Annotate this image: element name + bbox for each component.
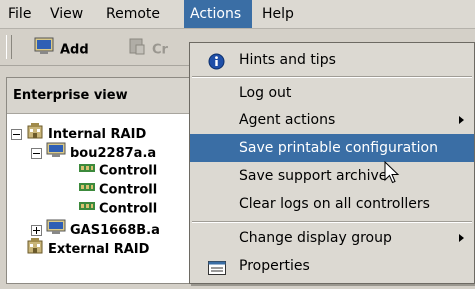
menu-separator [192, 76, 472, 78]
tree-label-external-raid: External RAID [48, 242, 150, 257]
menu-file[interactable]: File [2, 0, 37, 28]
mouse-cursor-icon [384, 160, 400, 189]
toolbar-grip[interactable] [6, 35, 12, 59]
menu-remote-label: Remote [106, 6, 161, 22]
menu-item-save-support-archive[interactable]: Save support archive [190, 162, 474, 190]
create-button[interactable]: Cr [128, 37, 168, 59]
server-icon [46, 142, 66, 165]
add-button-label: Add [60, 42, 89, 58]
menu-item-label: Clear logs on all controllers [239, 196, 430, 212]
tree-item-server-2[interactable]: GAS1668B.a [31, 219, 160, 239]
menu-item-properties[interactable]: Properties [190, 252, 474, 280]
controller-card-icon [79, 161, 95, 181]
menu-view-label: View [50, 6, 84, 22]
collapse-icon[interactable] [31, 148, 42, 159]
menu-item-label: Hints and tips [239, 52, 336, 68]
tree-item-external-raid[interactable]: External RAID [26, 238, 149, 258]
menu-item-label: Save support archive [239, 168, 388, 184]
tree-item-internal-raid[interactable]: Internal RAID [11, 123, 146, 143]
submenu-arrow-icon [459, 116, 464, 124]
menu-item-save-printable-configuration[interactable]: Save printable configuration [190, 134, 474, 162]
controller-card-icon [79, 199, 95, 219]
menu-file-label: File [8, 6, 32, 22]
menu-item-log-out[interactable]: Log out [190, 79, 474, 107]
tree-item-controller-2[interactable]: Controll [79, 180, 157, 200]
tree-label-internal-raid: Internal RAID [48, 127, 147, 142]
menu-item-hints-and-tips[interactable]: Hints and tips [190, 46, 474, 74]
collapse-icon[interactable] [11, 129, 22, 140]
menu-item-clear-logs[interactable]: Clear logs on all controllers [190, 190, 474, 218]
menu-item-change-display-group[interactable]: Change display group [190, 224, 474, 252]
add-button[interactable]: Add [34, 37, 89, 59]
menu-item-label: Agent actions [239, 112, 336, 128]
menu-remote[interactable]: Remote [100, 0, 166, 28]
properties-icon [208, 258, 226, 286]
menu-help[interactable]: Help [256, 0, 300, 28]
menu-item-label: Log out [239, 85, 292, 101]
menu-item-label: Save printable configuration [239, 140, 438, 156]
create-button-label: Cr [152, 42, 168, 58]
menu-item-label: Change display group [239, 230, 392, 246]
actions-menu: Hints and tips Log out Agent actions Sav… [189, 42, 475, 284]
menu-item-label: Properties [239, 258, 310, 274]
tree-label-controller-2: Controll [99, 182, 158, 198]
building-icon [26, 238, 44, 261]
add-server-icon [34, 37, 54, 63]
menu-item-agent-actions[interactable]: Agent actions [190, 106, 474, 134]
tree-label-controller-3: Controll [99, 201, 158, 217]
menu-actions[interactable]: Actions [184, 0, 252, 28]
controller-card-icon [79, 180, 95, 200]
tree-label-controller-1: Controll [99, 163, 158, 179]
create-array-icon [128, 37, 146, 63]
menu-help-label: Help [262, 6, 294, 22]
tree-item-controller-1[interactable]: Controll [79, 161, 157, 181]
expand-icon[interactable] [31, 225, 42, 236]
menu-actions-label: Actions [190, 6, 242, 22]
tree-label-server-2: GAS1668B.a [70, 223, 160, 238]
tree-label-server-1: bou2287a.a [70, 146, 157, 161]
tree-item-server-1[interactable]: bou2287a.a [31, 142, 156, 162]
panel-title: Enterprise view [13, 88, 128, 103]
submenu-arrow-icon [459, 234, 464, 242]
menu-separator [192, 221, 472, 223]
tree-item-controller-3[interactable]: Controll [79, 199, 157, 219]
menu-view[interactable]: View [44, 0, 89, 28]
menu-bar: File View Remote Actions Help [0, 0, 475, 29]
